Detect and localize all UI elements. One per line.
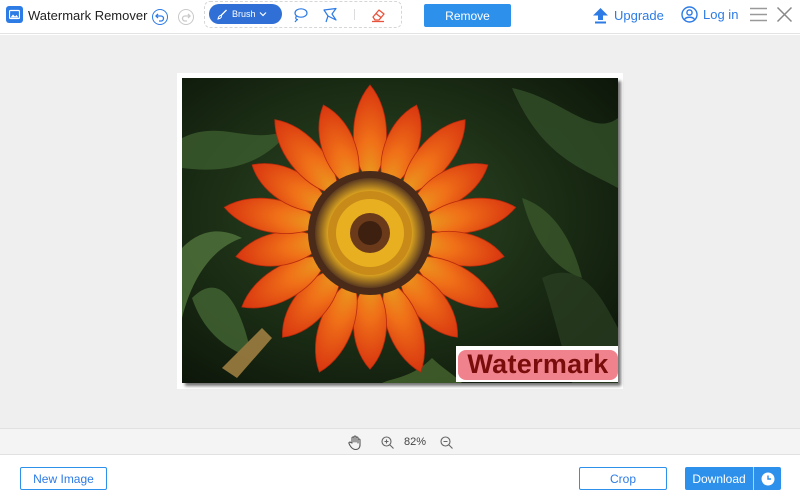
- zoom-level: 82%: [404, 436, 427, 448]
- bottom-action-bar: New Image Crop Download: [0, 456, 800, 499]
- hand-pan-icon[interactable]: [348, 435, 362, 450]
- zoom-out-icon[interactable]: [440, 436, 453, 449]
- new-image-button[interactable]: New Image: [20, 467, 107, 490]
- watermark-text: Watermark: [467, 349, 609, 379]
- close-icon[interactable]: [776, 6, 793, 23]
- polygon-lasso-icon[interactable]: [322, 7, 338, 23]
- brush-tool-button[interactable]: Brush: [209, 4, 282, 24]
- app-title: Watermark Remover: [28, 8, 148, 23]
- toolbar-divider: [354, 9, 355, 20]
- photo-frame: Watermark: [177, 73, 623, 389]
- hamburger-menu-icon[interactable]: [750, 7, 767, 22]
- download-button[interactable]: Download: [685, 467, 781, 490]
- login-label: Log in: [703, 7, 739, 22]
- app-logo-icon: [6, 6, 23, 23]
- lasso-icon[interactable]: [292, 7, 308, 23]
- top-toolbar: Watermark Remover Brush Remove Upgrade L…: [0, 0, 800, 34]
- chevron-down-icon: [259, 12, 266, 17]
- download-label: Download: [692, 471, 746, 486]
- zoom-in-icon[interactable]: [381, 436, 394, 449]
- brush-label: Brush: [232, 9, 256, 19]
- flower-photo[interactable]: Watermark: [182, 78, 618, 383]
- clock-history-icon[interactable]: [754, 467, 781, 490]
- undo-icon[interactable]: [152, 9, 168, 25]
- upgrade-arrow-icon: [593, 8, 608, 24]
- user-avatar-icon: [681, 6, 698, 23]
- eraser-icon[interactable]: [370, 7, 386, 23]
- image-canvas[interactable]: Watermark: [0, 35, 800, 428]
- redo-icon[interactable]: [178, 9, 194, 25]
- brush-icon: [217, 9, 227, 20]
- crop-button[interactable]: Crop: [579, 467, 667, 490]
- upgrade-label: Upgrade: [614, 8, 664, 23]
- upgrade-button[interactable]: Upgrade: [592, 7, 664, 24]
- login-button[interactable]: Log in: [681, 6, 738, 23]
- remove-button[interactable]: Remove: [424, 4, 511, 27]
- zoom-bar: 82%: [0, 428, 800, 455]
